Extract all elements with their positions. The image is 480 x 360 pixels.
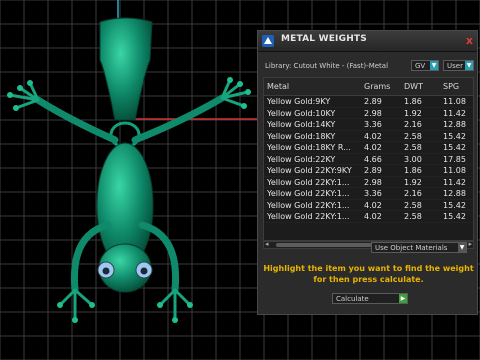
cell-metal: Yellow Gold 22KY:1...	[267, 212, 350, 221]
scroll-right-icon[interactable]: ▸	[468, 240, 472, 248]
cell-spg: 17.85	[443, 154, 466, 164]
cell-grams: 4.02	[364, 212, 382, 221]
table-body: Yellow Gold:9KY 2.89 1.86 11.08 Yellow Gold:…	[264, 96, 473, 223]
cell-metal: Yellow Gold 22KY:9KY	[267, 166, 352, 175]
cell-grams: 3.36	[364, 189, 382, 198]
library-label: Library: Cutout White - (Fast)-Metal	[265, 62, 389, 70]
calculate-button[interactable]: Calculate ▶	[332, 293, 408, 304]
instruction-text: Highlight the item you want to find the …	[263, 263, 474, 285]
cell-grams: 4.02	[364, 131, 382, 141]
gv-dropdown[interactable]: GV ▼	[411, 60, 439, 71]
header-dwt[interactable]: DWT	[404, 82, 434, 91]
cell-dwt: 3.00	[404, 154, 422, 164]
cell-dwt: 2.58	[404, 131, 422, 141]
cell-metal: Yellow Gold 22KY:1...	[267, 177, 350, 187]
cell-spg: 12.88	[443, 120, 466, 129]
close-icon[interactable]: x	[466, 34, 473, 47]
table-row[interactable]: Yellow Gold:18KY 4.02 2.58 15.42	[264, 131, 473, 142]
cell-spg: 15.42	[443, 200, 466, 210]
cell-metal: Yellow Gold:10KY	[267, 108, 336, 118]
cell-spg: 15.42	[443, 143, 466, 152]
cell-grams: 4.02	[364, 143, 382, 152]
frog-model	[7, 17, 251, 323]
cell-grams: 4.66	[364, 154, 382, 164]
use-object-materials-value: Use Object Materials	[375, 244, 448, 252]
table-row[interactable]: Yellow Gold 22KY:1... 4.02 2.58 15.42	[264, 211, 473, 223]
instruction-line-1: Highlight the item you want to find the …	[263, 264, 474, 273]
table-row[interactable]: Yellow Gold 22KY:1... 3.36 2.16 12.88	[264, 188, 473, 200]
scroll-left-icon[interactable]: ◂	[265, 240, 269, 248]
cell-grams: 2.98	[364, 108, 382, 118]
user-dropdown[interactable]: User ▼	[443, 60, 474, 71]
header-grams[interactable]: Grams	[364, 82, 400, 91]
cell-spg: 12.88	[443, 189, 466, 198]
use-object-materials-dropdown[interactable]: Use Object Materials ▼	[371, 242, 467, 253]
cell-metal: Yellow Gold:22KY	[267, 154, 336, 164]
cell-metal: Yellow Gold:18KY	[267, 131, 336, 141]
metal-weights-panel: METAL WEIGHTS x Library: Cutout White - …	[257, 30, 478, 315]
panel-titlebar[interactable]: METAL WEIGHTS x	[258, 31, 477, 52]
cell-metal: Yellow Gold:14KY	[267, 120, 336, 129]
cell-grams: 4.02	[364, 200, 382, 210]
cell-spg: 11.08	[443, 97, 466, 106]
dropdown-arrow-icon: ▼	[458, 243, 466, 252]
cell-dwt: 2.58	[404, 200, 422, 210]
gv-dropdown-value: GV	[415, 62, 426, 70]
cell-grams: 2.89	[364, 166, 382, 175]
cell-spg: 11.42	[443, 177, 466, 187]
header-spg[interactable]: SPG	[443, 82, 473, 91]
table-header: Metal Grams DWT SPG	[264, 78, 473, 96]
cell-spg: 15.42	[443, 131, 466, 141]
table-row[interactable]: Yellow Gold:18KY R... 4.02 2.58 15.42	[264, 142, 473, 154]
cell-metal: Yellow Gold:9KY	[267, 97, 331, 106]
dropdown-arrow-icon: ▼	[430, 61, 438, 70]
dropdown-arrow-icon: ▼	[465, 61, 473, 70]
cell-dwt: 2.16	[404, 120, 422, 129]
metals-table[interactable]: Metal Grams DWT SPG Yellow Gold:9KY 2.89 1…	[263, 77, 474, 241]
scale-icon	[262, 35, 274, 47]
cell-metal: Yellow Gold:18KY R...	[267, 143, 351, 152]
cell-dwt: 1.92	[404, 108, 422, 118]
cell-metal: Yellow Gold 22KY:1...	[267, 189, 350, 198]
table-row[interactable]: Yellow Gold:9KY 2.89 1.86 11.08	[264, 96, 473, 108]
cell-spg: 11.08	[443, 166, 466, 175]
cell-dwt: 1.86	[404, 97, 422, 106]
cell-dwt: 1.92	[404, 177, 422, 187]
cell-grams: 2.89	[364, 97, 382, 106]
cell-dwt: 2.16	[404, 189, 422, 198]
library-row: Library: Cutout White - (Fast)-Metal GV …	[263, 59, 474, 73]
cell-spg: 11.42	[443, 108, 466, 118]
cell-dwt: 2.58	[404, 212, 422, 221]
table-row[interactable]: Yellow Gold 22KY:9KY 2.89 1.86 11.08	[264, 165, 473, 177]
table-row[interactable]: Yellow Gold 22KY:1... 4.02 2.58 15.42	[264, 200, 473, 211]
cell-grams: 3.36	[364, 120, 382, 129]
calculate-label: Calculate	[336, 295, 369, 303]
cell-spg: 15.42	[443, 212, 466, 221]
play-arrow-icon: ▶	[399, 294, 407, 303]
table-row[interactable]: Yellow Gold 22KY:1... 2.98 1.92 11.42	[264, 177, 473, 188]
header-metal[interactable]: Metal	[267, 82, 359, 91]
cell-metal: Yellow Gold 22KY:1...	[267, 200, 350, 210]
panel-title: METAL WEIGHTS	[281, 34, 367, 44]
cell-grams: 2.98	[364, 177, 382, 187]
user-dropdown-value: User	[447, 62, 463, 70]
table-row[interactable]: Yellow Gold:14KY 3.36 2.16 12.88	[264, 119, 473, 131]
cell-dwt: 1.86	[404, 166, 422, 175]
cell-dwt: 2.58	[404, 143, 422, 152]
table-row[interactable]: Yellow Gold:22KY 4.66 3.00 17.85	[264, 154, 473, 165]
table-row[interactable]: Yellow Gold:10KY 2.98 1.92 11.42	[264, 108, 473, 119]
instruction-line-2: for then press calculate.	[313, 275, 424, 284]
